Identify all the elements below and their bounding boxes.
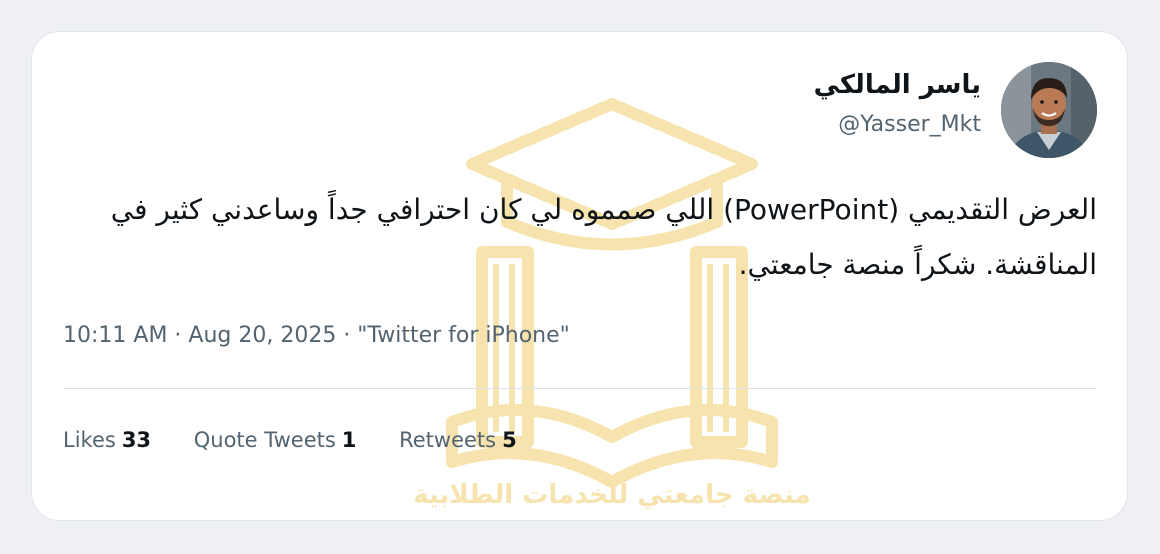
user-handle[interactable]: @Yasser_Mkt [814,112,981,137]
likes-count: 33 [121,428,152,452]
tweet-text: العرض التقديمي (PowerPoint) اللي صمموه ل… [110,193,1097,281]
watermark-logo: منصة جامعتي للخدمات الطلابية [412,92,812,520]
watermark-text: منصة جامعتي للخدمات الطلابية [413,480,811,510]
retweets-label: Retweets [399,428,497,452]
avatar[interactable] [1001,62,1097,158]
quote-tweets-stat[interactable]: Quote Tweets 1 [194,428,357,452]
retweets-stat[interactable]: Retweets 5 [399,428,517,452]
tweet-meta: 10:11 AM · Aug 20, 2025 · "Twitter for i… [63,323,570,348]
tweet-card: منصة جامعتي للخدمات الطلابية ياسر المالك [31,31,1128,521]
quote-tweets-label: Quote Tweets [193,428,336,452]
quote-tweets-count: 1 [341,428,357,452]
likes-label: Likes [63,428,116,452]
retweets-count: 5 [502,428,517,452]
user-display-name[interactable]: ياسر المالكي [814,68,981,102]
user-info: ياسر المالكي @Yasser_Mkt [814,68,981,137]
tweet-stats: Likes 33 Quote Tweets 1 Retweets 5 [63,428,553,452]
divider [63,388,1097,389]
likes-stat[interactable]: Likes 33 [63,428,151,452]
user-avatar-icon [1001,62,1097,158]
